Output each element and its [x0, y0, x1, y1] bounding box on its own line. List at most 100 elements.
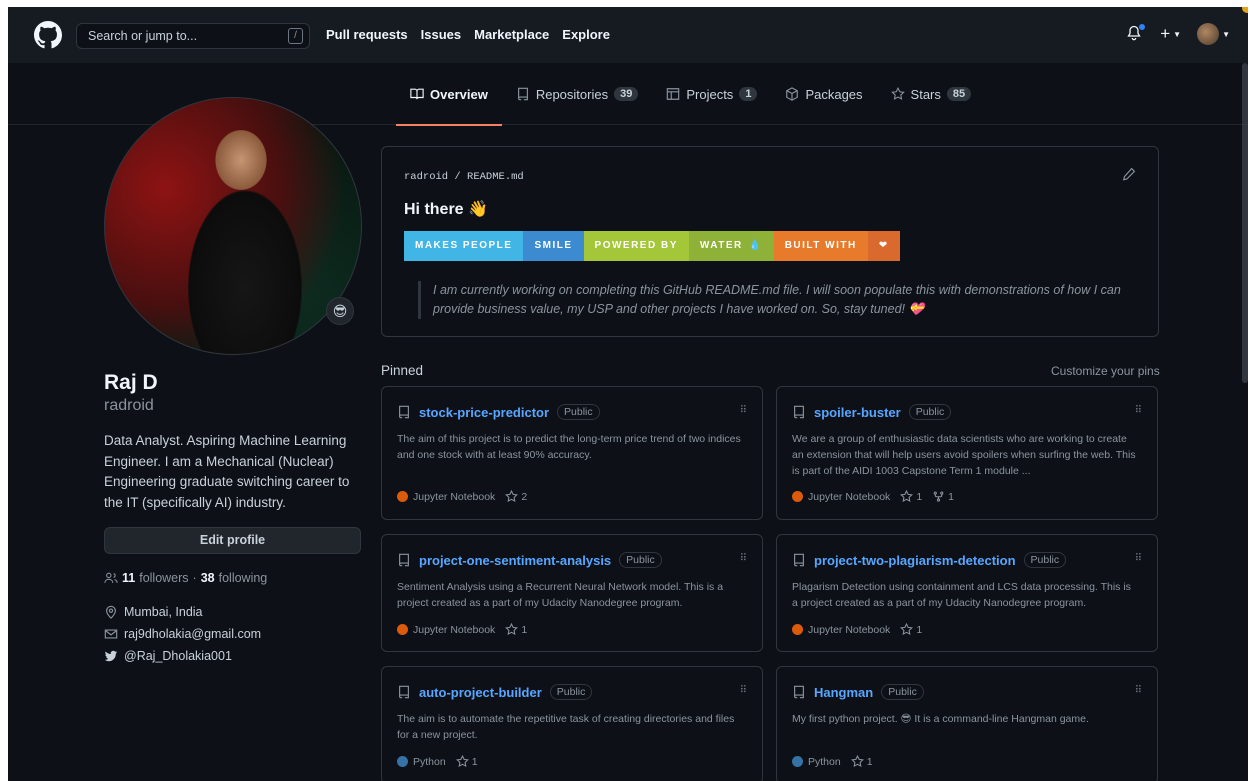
nav-explore[interactable]: Explore — [562, 27, 610, 42]
drag-handle-icon[interactable]: ⠿ — [740, 553, 747, 564]
following-label[interactable]: following — [219, 571, 268, 585]
profile-readme-card: radroid / README.md Hi there 👋 MAKES PEO… — [381, 146, 1159, 337]
package-icon — [786, 87, 799, 101]
tab-label: Projects — [686, 86, 734, 102]
tab-counter: 85 — [946, 87, 972, 101]
drag-handle-icon[interactable]: ⠿ — [740, 685, 747, 696]
repo-name-link[interactable]: spoiler-buster — [814, 405, 901, 420]
drag-handle-icon[interactable]: ⠿ — [1135, 685, 1142, 696]
profile-twitter: @Raj_Dholakia001 — [104, 649, 232, 663]
tab-repositories[interactable]: Repositories 39 — [502, 63, 653, 125]
user-menu-button[interactable]: ▼ — [1197, 23, 1230, 45]
status-emoji-button[interactable]: 😎 — [326, 297, 354, 325]
badge-text: BUILT WITH — [784, 240, 857, 251]
visibility-badge: Public — [549, 684, 593, 700]
nav-marketplace[interactable]: Marketplace — [474, 27, 549, 42]
readme-greeting: Hi there 👋 — [404, 201, 488, 218]
star-icon — [900, 623, 914, 636]
star-count: 1 — [521, 623, 528, 636]
followers-label[interactable]: followers — [139, 571, 188, 585]
tab-stars[interactable]: Stars 85 — [877, 63, 986, 125]
nav-pull-requests[interactable]: Pull requests — [326, 27, 408, 42]
repo-stars[interactable]: 2 — [505, 490, 527, 503]
repo-icon — [399, 553, 409, 567]
tab-overview[interactable]: Overview — [396, 63, 502, 126]
repo-card-footer: Jupyter Notebook 2 — [397, 490, 527, 503]
language-name: Jupyter Notebook — [808, 490, 891, 503]
visibility-badge: Public — [619, 552, 662, 568]
visibility-badge: Public — [908, 404, 952, 420]
drag-handle-icon[interactable]: ⠿ — [1135, 553, 1142, 564]
language-name: Jupyter Notebook — [413, 623, 496, 636]
edit-pencil-icon[interactable] — [1122, 167, 1136, 181]
readme-owner-link[interactable]: radroid — [404, 171, 448, 183]
nav-issues[interactable]: Issues — [421, 27, 461, 42]
repo-name-link[interactable]: stock-price-predictor — [419, 405, 549, 420]
language-color-dot — [397, 756, 408, 767]
drag-handle-icon[interactable]: ⠿ — [740, 405, 747, 416]
search-input[interactable]: Search or jump to... / — [76, 23, 310, 49]
notification-dot — [1138, 23, 1147, 31]
badge-text: POWERED BY — [594, 240, 678, 251]
repo-language: Jupyter Notebook — [397, 624, 495, 636]
repo-card-footer: Jupyter Notebook 1 — [792, 623, 922, 636]
chevron-down-icon: ▼ — [1222, 29, 1230, 39]
pinned-repo-card: project-two-plagiarism-detection Public ⠿ P… — [776, 534, 1158, 652]
repo-name-link[interactable]: project-two-plagiarism-detection — [814, 553, 1016, 568]
repo-card-footer: Jupyter Notebook 1 — [397, 623, 527, 636]
tab-label: Repositories — [535, 86, 609, 102]
repo-card-header: Hangman Public — [792, 684, 924, 700]
language-color-dot — [792, 491, 803, 502]
language-name: Python — [413, 755, 446, 768]
edit-profile-button[interactable]: Edit profile — [104, 527, 361, 554]
repo-forks[interactable]: 1 — [932, 490, 954, 503]
twitter-link[interactable]: @Raj_Dholakia001 — [124, 649, 232, 663]
star-icon — [455, 755, 469, 768]
repo-language: Python — [792, 756, 841, 768]
repo-name-link[interactable]: auto-project-builder — [419, 685, 542, 700]
following-count[interactable]: 38 — [201, 571, 215, 585]
create-new-button[interactable]: + ▼ — [1160, 24, 1181, 44]
repo-stars[interactable]: 1 — [900, 623, 922, 636]
github-logo-icon[interactable] — [34, 21, 62, 49]
star-icon — [505, 490, 519, 503]
readme-quote: I am currently working on completing thi… — [418, 281, 1138, 319]
mail-icon — [104, 629, 118, 639]
repo-language: Jupyter Notebook — [792, 491, 890, 503]
separator-dot: · — [192, 571, 197, 585]
water-drop-icon: 💧 — [748, 240, 763, 251]
visibility-badge: Public — [881, 684, 924, 700]
email-link[interactable]: raj9dholakia@gmail.com — [124, 627, 261, 641]
tab-packages[interactable]: Packages — [771, 63, 876, 125]
repo-stars[interactable]: 1 — [850, 755, 873, 768]
repo-description: We are a group of enthusiastic data scie… — [792, 433, 1136, 477]
location-text: Mumbai, India — [124, 605, 203, 619]
profile-bio: Data Analyst. Aspiring Machine Learning … — [104, 433, 350, 510]
readme-path: radroid / README.md — [404, 171, 524, 183]
followers-count[interactable]: 11 — [122, 571, 135, 585]
notifications-bell-icon[interactable] — [1126, 23, 1147, 44]
profile-avatar[interactable] — [104, 97, 362, 355]
customize-pins-link[interactable]: Customize your pins — [1051, 364, 1160, 378]
location-pin-icon — [106, 605, 116, 619]
drag-handle-icon[interactable]: ⠿ — [1135, 405, 1142, 416]
repo-name-link[interactable]: Hangman — [814, 685, 873, 700]
repo-card-footer: Jupyter Notebook 1 1 — [792, 490, 954, 503]
language-name: Python — [808, 755, 841, 768]
repo-stars[interactable]: 1 — [505, 623, 527, 636]
repo-description: My first python project. 😎 It is a comma… — [792, 713, 1089, 725]
search-placeholder: Search or jump to... — [88, 29, 198, 43]
language-color-dot — [792, 624, 803, 635]
badge-makes-people: MAKES PEOPLE — [404, 231, 524, 261]
pinned-repo-card: auto-project-builder Public ⠿ The aim is to… — [381, 666, 763, 781]
pinned-repo-card: Hangman Public ⠿ My first python project. 😎… — [776, 666, 1158, 781]
repo-name-link[interactable]: project-one-sentiment-analysis — [419, 553, 611, 568]
repo-stars[interactable]: 1 — [455, 755, 478, 768]
tab-projects[interactable]: Projects 1 — [652, 63, 771, 125]
pinned-repo-card: project-one-sentiment-analysis Public ⠿ Sen… — [381, 534, 763, 652]
repo-icon — [399, 405, 409, 419]
page-scrollbar[interactable] — [1242, 63, 1248, 383]
header-avatar — [1197, 23, 1220, 45]
profile-tabs: Overview Repositories 39 Projects 1 Pack… — [396, 63, 986, 126]
repo-stars[interactable]: 1 — [900, 490, 922, 503]
